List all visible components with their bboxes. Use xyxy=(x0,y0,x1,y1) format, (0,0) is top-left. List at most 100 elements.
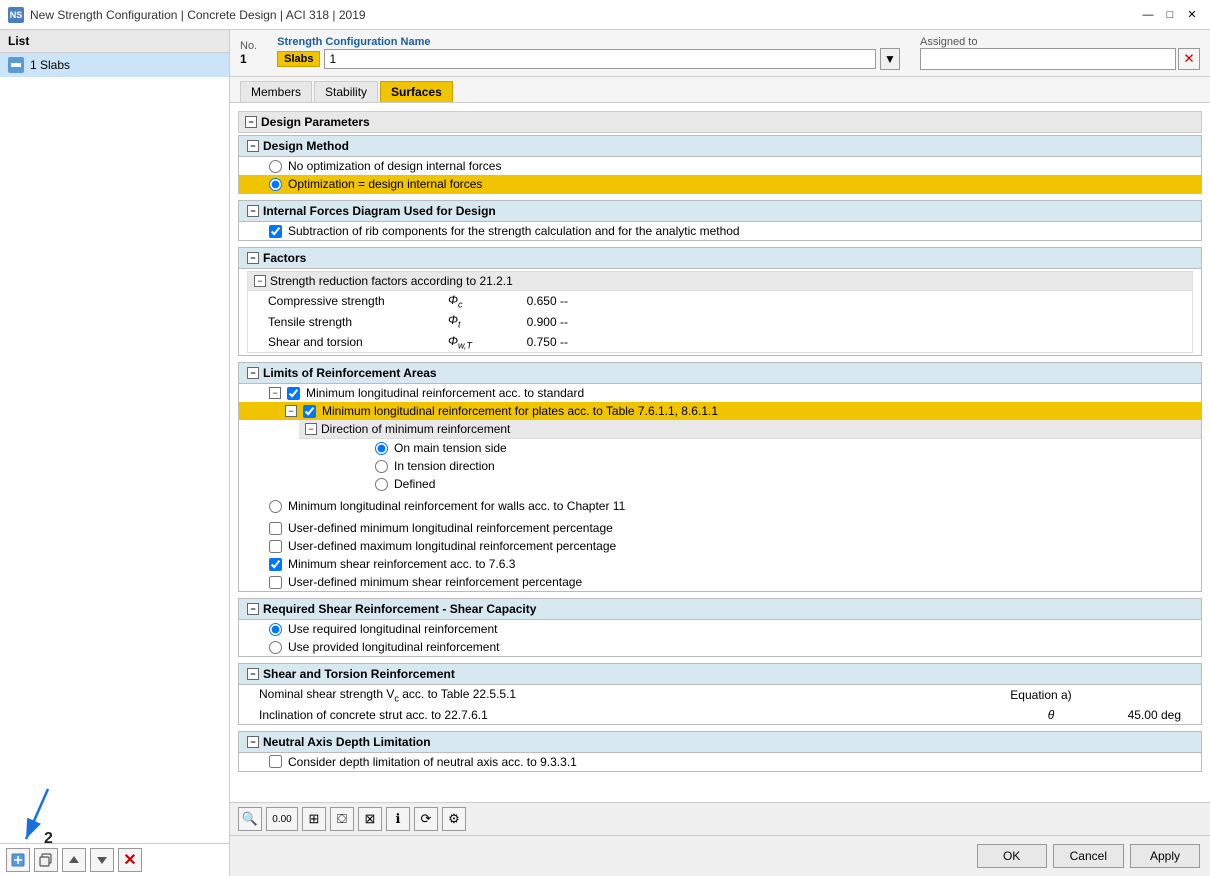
move-up-button[interactable] xyxy=(62,848,86,872)
provided-long-radio[interactable] xyxy=(269,641,282,654)
name-input[interactable] xyxy=(324,49,876,69)
history-button[interactable]: ⟳ xyxy=(414,807,438,831)
inclination-value: 45.00 deg xyxy=(1081,708,1181,722)
strength-reduction-collapse[interactable]: − xyxy=(254,275,266,287)
tab-stability[interactable]: Stability xyxy=(314,81,378,102)
min-long-container: − Minimum longitudinal reinforcement acc… xyxy=(239,384,1201,493)
min-walls-label: Minimum longitudinal reinforcement for w… xyxy=(288,499,625,513)
min-long-row: − Minimum longitudinal reinforcement acc… xyxy=(239,384,1201,402)
factors-collapse[interactable]: − xyxy=(247,252,259,264)
user-min-shear-row: User-defined minimum shear reinforcement… xyxy=(249,573,1201,591)
user-max-long-row: User-defined maximum longitudinal reinfo… xyxy=(249,537,1201,555)
tabs-bar: Members Stability Surfaces xyxy=(230,77,1210,103)
design-parameters-header: − Design Parameters xyxy=(238,111,1202,133)
min-long-checkbox[interactable] xyxy=(287,387,300,400)
internal-forces-header: − Internal Forces Diagram Used for Desig… xyxy=(239,201,1201,222)
cancel-button[interactable]: Cancel xyxy=(1053,844,1124,868)
content-area: List 1 Slabs xyxy=(0,30,1210,876)
panel-header: No. 1 Strength Configuration Name Slabs … xyxy=(230,30,1210,77)
defined-radio[interactable] xyxy=(375,478,388,491)
move-down-button[interactable] xyxy=(90,848,114,872)
main-tension-radio[interactable] xyxy=(375,442,388,455)
user-min-long-row: User-defined minimum longitudinal reinfo… xyxy=(249,519,1201,537)
tab-members[interactable]: Members xyxy=(240,81,312,102)
new-item-button[interactable] xyxy=(6,848,30,872)
neutral-axis-checkbox[interactable] xyxy=(269,755,282,768)
shear-reinforcement-collapse[interactable]: − xyxy=(247,603,259,615)
design-method-collapse[interactable]: − xyxy=(247,140,259,152)
min-long-collapse[interactable]: − xyxy=(269,387,281,399)
min-long-plates-collapse[interactable]: − xyxy=(285,405,297,417)
assigned-input[interactable] xyxy=(920,48,1176,70)
nominal-shear-label: Nominal shear strength Vc acc. to Table … xyxy=(259,687,1001,703)
maximize-button[interactable]: □ xyxy=(1160,5,1180,25)
right-panel: No. 1 Strength Configuration Name Slabs … xyxy=(230,30,1210,876)
neutral-axis-section: − Neutral Axis Depth Limitation Consider… xyxy=(238,731,1202,772)
app-icon: NS xyxy=(8,7,24,23)
user-max-long-checkbox[interactable] xyxy=(269,540,282,553)
map-button[interactable]: ⛋ xyxy=(330,807,354,831)
neutral-axis-collapse[interactable]: − xyxy=(247,736,259,748)
min-long-plates-label: Minimum longitudinal reinforcement for p… xyxy=(322,404,718,418)
minimize-button[interactable]: — xyxy=(1138,5,1158,25)
delete-item-button[interactable]: ✕ xyxy=(118,848,142,872)
min-shear-label: Minimum shear reinforcement acc. to 7.6.… xyxy=(288,557,515,571)
internal-forces-collapse[interactable]: − xyxy=(247,205,259,217)
sidebar-header: List xyxy=(0,30,229,53)
internal-forces-label: Internal Forces Diagram Used for Design xyxy=(263,204,496,218)
factors-label: Factors xyxy=(263,251,306,265)
value-button[interactable]: 0.00 xyxy=(266,807,298,831)
close-button[interactable]: ✕ xyxy=(1182,5,1202,25)
tensile-row: Tensile strength Φt 0.900 -- xyxy=(248,311,1192,331)
direction-collapse[interactable]: − xyxy=(305,423,317,435)
user-min-shear-checkbox[interactable] xyxy=(269,576,282,589)
settings-button[interactable]: ⚙ xyxy=(442,807,466,831)
compressive-value: 0.650 -- xyxy=(488,294,568,308)
ok-button[interactable]: OK xyxy=(977,844,1047,868)
shear-reinforcement-label: Required Shear Reinforcement - Shear Cap… xyxy=(263,602,536,616)
shear-torsion-section: − Shear and Torsion Reinforcement Nomina… xyxy=(238,663,1202,724)
no-label: No. xyxy=(240,40,257,52)
min-shear-checkbox[interactable] xyxy=(269,558,282,571)
no-opt-radio[interactable] xyxy=(269,160,282,173)
design-params-collapse[interactable]: − xyxy=(245,116,257,128)
sidebar-item-slabs[interactable]: 1 Slabs xyxy=(0,53,229,77)
neutral-axis-row: Consider depth limitation of neutral axi… xyxy=(239,753,1201,771)
limits-collapse[interactable]: − xyxy=(247,367,259,379)
shear-torsion-label: Shear and torsion xyxy=(268,335,448,349)
min-walls-radio[interactable] xyxy=(269,500,282,513)
table-button[interactable]: ⊞ xyxy=(302,807,326,831)
min-long-plates-checkbox[interactable] xyxy=(303,405,316,418)
tension-direction-radio[interactable] xyxy=(375,460,388,473)
main-container: List 1 Slabs xyxy=(0,30,1210,876)
rib-components-checkbox[interactable] xyxy=(269,225,282,238)
limits-section: − Limits of Reinforcement Areas − Minimu… xyxy=(238,362,1202,592)
tensile-label: Tensile strength xyxy=(268,315,448,329)
shear-reinforcement-section: − Required Shear Reinforcement - Shear C… xyxy=(238,598,1202,657)
tab-surfaces[interactable]: Surfaces xyxy=(380,81,453,102)
dropdown-arrow[interactable]: ▼ xyxy=(880,48,900,70)
compressive-symbol: Φc xyxy=(448,293,488,309)
title-text: New Strength Configuration | Concrete De… xyxy=(30,8,366,22)
opt-row: Optimization = design internal forces xyxy=(239,175,1201,193)
rib-components-row: Subtraction of rib components for the st… xyxy=(239,222,1201,240)
copy-item-button[interactable] xyxy=(34,848,58,872)
opt-radio[interactable] xyxy=(269,178,282,191)
search-button[interactable]: 🔍 xyxy=(238,807,262,831)
main-tension-label: On main tension side xyxy=(394,441,507,455)
filter-button[interactable]: ⊠ xyxy=(358,807,382,831)
info-button[interactable]: ℹ xyxy=(386,807,410,831)
required-long-radio[interactable] xyxy=(269,623,282,636)
assigned-clear-button[interactable]: ✕ xyxy=(1178,48,1200,70)
user-min-long-checkbox[interactable] xyxy=(269,522,282,535)
design-method-options: No optimization of design internal force… xyxy=(239,157,1201,193)
title-bar-left: NS New Strength Configuration | Concrete… xyxy=(8,7,366,23)
slabs-badge: Slabs xyxy=(277,51,320,67)
shear-torsion-symbol: Φw,T xyxy=(448,334,488,350)
min-shear-row: Minimum shear reinforcement acc. to 7.6.… xyxy=(249,555,1201,573)
theta-symbol: θ xyxy=(1021,708,1081,722)
limits-header: − Limits of Reinforcement Areas xyxy=(239,363,1201,384)
apply-button[interactable]: Apply xyxy=(1130,844,1200,868)
compressive-label: Compressive strength xyxy=(268,294,448,308)
shear-torsion-collapse[interactable]: − xyxy=(247,668,259,680)
